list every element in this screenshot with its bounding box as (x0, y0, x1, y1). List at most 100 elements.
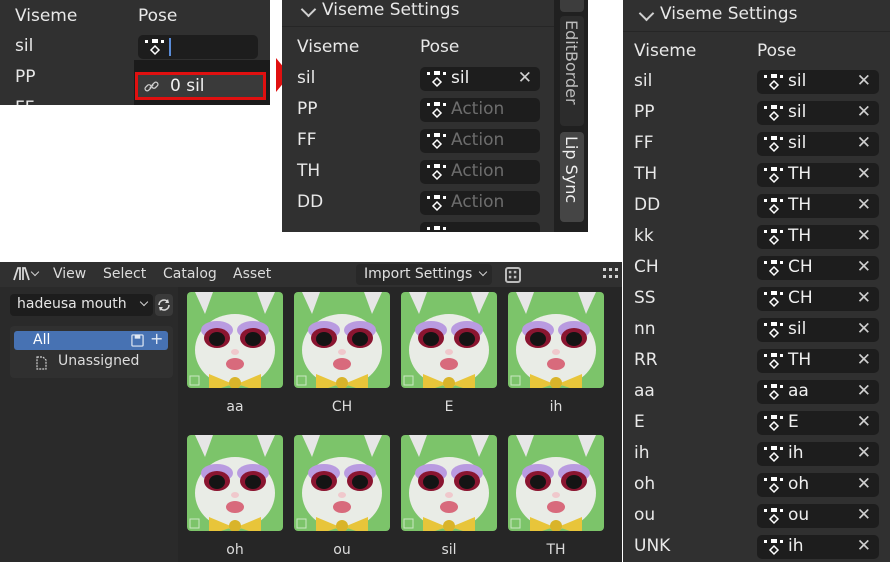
pose-search-field[interactable] (138, 35, 258, 59)
action-icon (764, 229, 783, 246)
viseme-label: DD (297, 192, 324, 212)
pose-field[interactable]: sil ✕ (757, 101, 879, 125)
action-icon (427, 102, 446, 119)
asset-thumbnail[interactable] (401, 435, 497, 531)
clear-icon[interactable]: ✕ (857, 474, 871, 494)
pose-value: sil (451, 68, 470, 88)
menu-asset[interactable]: Asset (233, 266, 271, 282)
pose-value: sil (788, 133, 807, 153)
asset-thumbnail[interactable] (294, 292, 390, 388)
catalog-item-all[interactable]: All + (14, 329, 168, 350)
viseme-label: aa (634, 381, 655, 401)
action-icon (427, 133, 446, 150)
menu-view[interactable]: View (53, 266, 86, 282)
pose-field[interactable]: CH ✕ (757, 256, 879, 280)
pose-header: Pose (138, 6, 178, 26)
import-settings-dropdown[interactable]: Import Settings (356, 264, 492, 285)
clear-icon[interactable]: ✕ (857, 133, 871, 153)
pose-field[interactable]: ih ✕ (757, 535, 879, 559)
document-icon (36, 356, 47, 370)
asset-thumbnail[interactable] (187, 435, 283, 531)
pose-field[interactable]: Action (420, 98, 540, 122)
clear-icon[interactable]: ✕ (857, 536, 871, 556)
clear-icon[interactable]: ✕ (857, 381, 871, 401)
add-catalog-icon[interactable]: + (150, 329, 163, 348)
pose-field[interactable]: sil ✕ (757, 70, 879, 94)
panel-divider (282, 26, 554, 27)
asset-thumbnail[interactable] (401, 292, 497, 388)
pose-field[interactable]: ih ✕ (757, 442, 879, 466)
viseme-label: PP (634, 102, 655, 122)
clear-icon[interactable]: ✕ (857, 102, 871, 122)
clear-icon[interactable]: ✕ (518, 68, 532, 88)
panel-b-header[interactable]: Viseme Settings (282, 0, 554, 26)
clear-icon[interactable]: ✕ (857, 288, 871, 308)
asset-label: TH (546, 542, 566, 558)
side-tab-top[interactable] (560, 0, 584, 12)
asset-thumbnail[interactable] (187, 292, 283, 388)
clear-icon[interactable]: ✕ (857, 195, 871, 215)
action-icon (764, 446, 783, 463)
editor-type-button[interactable] (12, 266, 40, 284)
panel-title: Viseme Settings (660, 4, 798, 24)
menu-catalog[interactable]: Catalog (163, 266, 217, 282)
clear-icon[interactable]: ✕ (857, 164, 871, 184)
pose-field[interactable]: E ✕ (757, 411, 879, 435)
viseme-label: UNK (634, 536, 671, 556)
clear-icon[interactable]: ✕ (857, 412, 871, 432)
pose-field[interactable] (420, 222, 540, 232)
action-icon (764, 198, 783, 215)
catalog-item-unassigned[interactable]: Unassigned (14, 353, 168, 372)
character-face-icon (508, 292, 604, 388)
clear-icon[interactable]: ✕ (857, 319, 871, 339)
viseme-label: TH (297, 161, 321, 181)
asset-label: ou (333, 542, 351, 558)
display-mode-button[interactable] (505, 267, 521, 283)
chevron-down-icon (300, 1, 317, 18)
clear-icon[interactable]: ✕ (857, 257, 871, 277)
viseme-label: TH (634, 164, 658, 184)
pose-field[interactable]: oh ✕ (757, 473, 879, 497)
pose-field[interactable]: Action (420, 129, 540, 153)
clear-icon[interactable]: ✕ (857, 350, 871, 370)
viseme-label: sil (297, 68, 316, 88)
panel-c-viseme-settings: Viseme Settings Viseme Pose sil sil ✕ PP sil… (623, 0, 890, 562)
pose-field[interactable]: aa ✕ (757, 380, 879, 404)
clear-icon[interactable]: ✕ (857, 226, 871, 246)
pose-field[interactable]: sil ✕ (757, 132, 879, 156)
pose-field[interactable]: sil ✕ (420, 67, 540, 91)
asset-thumbnail[interactable] (508, 292, 604, 388)
pose-field[interactable]: TH ✕ (757, 194, 879, 218)
pose-field[interactable]: sil ✕ (757, 318, 879, 342)
clear-icon[interactable]: ✕ (857, 443, 871, 463)
panel-c-header[interactable]: Viseme Settings (623, 0, 890, 31)
clear-icon[interactable]: ✕ (857, 71, 871, 91)
viseme-label: PP (297, 99, 318, 119)
pose-field[interactable]: TH ✕ (757, 349, 879, 373)
pose-field[interactable]: TH ✕ (757, 163, 879, 187)
asset-label: oh (226, 542, 244, 558)
viseme-label: RR (634, 350, 658, 370)
pose-field[interactable]: CH ✕ (757, 287, 879, 311)
asset-thumbnail[interactable] (294, 435, 390, 531)
side-tab-editborder[interactable]: EditBorder (560, 16, 584, 126)
asset-thumbnail[interactable] (508, 435, 604, 531)
pose-placeholder: Action (451, 161, 505, 181)
pose-field[interactable]: Action (420, 160, 540, 184)
dropdown-item-0-sil[interactable]: 0 sil (135, 72, 266, 100)
save-icon[interactable] (131, 334, 144, 347)
action-icon (427, 164, 446, 181)
pose-field[interactable]: TH ✕ (757, 225, 879, 249)
library-selector[interactable]: hadeusa mouth (10, 294, 153, 316)
catalog-label: Unassigned (58, 353, 140, 369)
clear-icon[interactable]: ✕ (857, 505, 871, 525)
action-icon (764, 291, 783, 308)
menu-select[interactable]: Select (103, 266, 146, 282)
thumbnail-grid-icon[interactable] (603, 268, 621, 282)
refresh-button[interactable] (155, 294, 173, 316)
side-tab-lip-sync[interactable]: Lip Sync (560, 132, 584, 222)
pose-header: Pose (420, 37, 460, 57)
action-icon (764, 539, 783, 556)
pose-field[interactable]: ou ✕ (757, 504, 879, 528)
pose-field[interactable]: Action (420, 191, 540, 215)
